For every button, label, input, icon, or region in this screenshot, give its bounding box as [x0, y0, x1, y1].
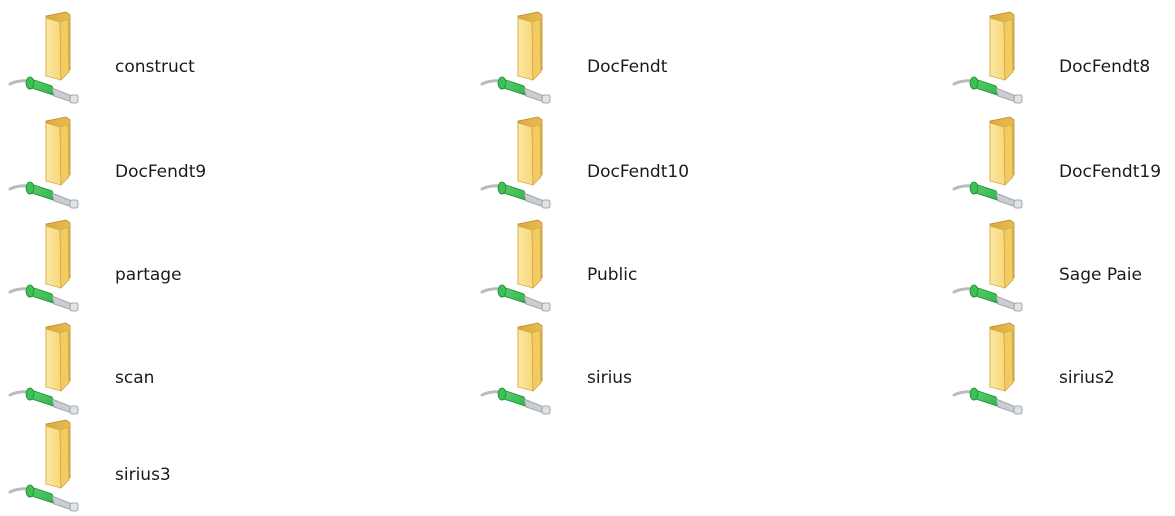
share-label: construct: [115, 57, 195, 77]
share-label: partage: [115, 265, 182, 285]
share-label: Public: [587, 265, 638, 285]
share-item-docfendt9[interactable]: DocFendt9: [8, 115, 308, 213]
network-folder-icon: [952, 321, 1042, 419]
network-folder-icon: [952, 115, 1042, 213]
network-folder-icon: [8, 218, 98, 316]
network-folder-icon: [480, 321, 570, 419]
share-label: DocFendt9: [115, 162, 207, 182]
share-label: sirius2: [1059, 368, 1115, 388]
network-folder-icon: [8, 418, 98, 516]
share-label: Sage Paie: [1059, 265, 1142, 285]
network-folder-icon: [952, 10, 1042, 108]
share-label: DocFendt19: [1059, 162, 1162, 182]
network-folder-icon: [480, 10, 570, 108]
network-folder-icon: [8, 10, 98, 108]
share-item-sirius[interactable]: sirius: [480, 321, 780, 419]
share-item-docfendt8[interactable]: DocFendt8: [952, 10, 1175, 108]
network-folder-icon: [8, 115, 98, 213]
share-item-docfendt[interactable]: DocFendt: [480, 10, 780, 108]
share-item-public[interactable]: Public: [480, 218, 780, 316]
share-item-sirius3[interactable]: sirius3: [8, 418, 308, 516]
share-item-construct[interactable]: construct: [8, 10, 308, 108]
share-label: sirius3: [115, 465, 171, 485]
network-folder-icon: [952, 218, 1042, 316]
share-item-docfendt10[interactable]: DocFendt10: [480, 115, 780, 213]
share-item-scan[interactable]: scan: [8, 321, 308, 419]
share-label: DocFendt: [587, 57, 668, 77]
network-share-list: construct DocFendt DocFendt8 DocFendt9 D…: [0, 0, 1175, 515]
network-folder-icon: [8, 321, 98, 419]
network-folder-icon: [480, 115, 570, 213]
share-label: DocFendt8: [1059, 57, 1151, 77]
share-item-partage[interactable]: partage: [8, 218, 308, 316]
network-folder-icon: [480, 218, 570, 316]
share-label: sirius: [587, 368, 632, 388]
share-label: DocFendt10: [587, 162, 690, 182]
share-item-sage-paie[interactable]: Sage Paie: [952, 218, 1175, 316]
share-item-sirius2[interactable]: sirius2: [952, 321, 1175, 419]
share-item-docfendt19[interactable]: DocFendt19: [952, 115, 1175, 213]
share-label: scan: [115, 368, 155, 388]
